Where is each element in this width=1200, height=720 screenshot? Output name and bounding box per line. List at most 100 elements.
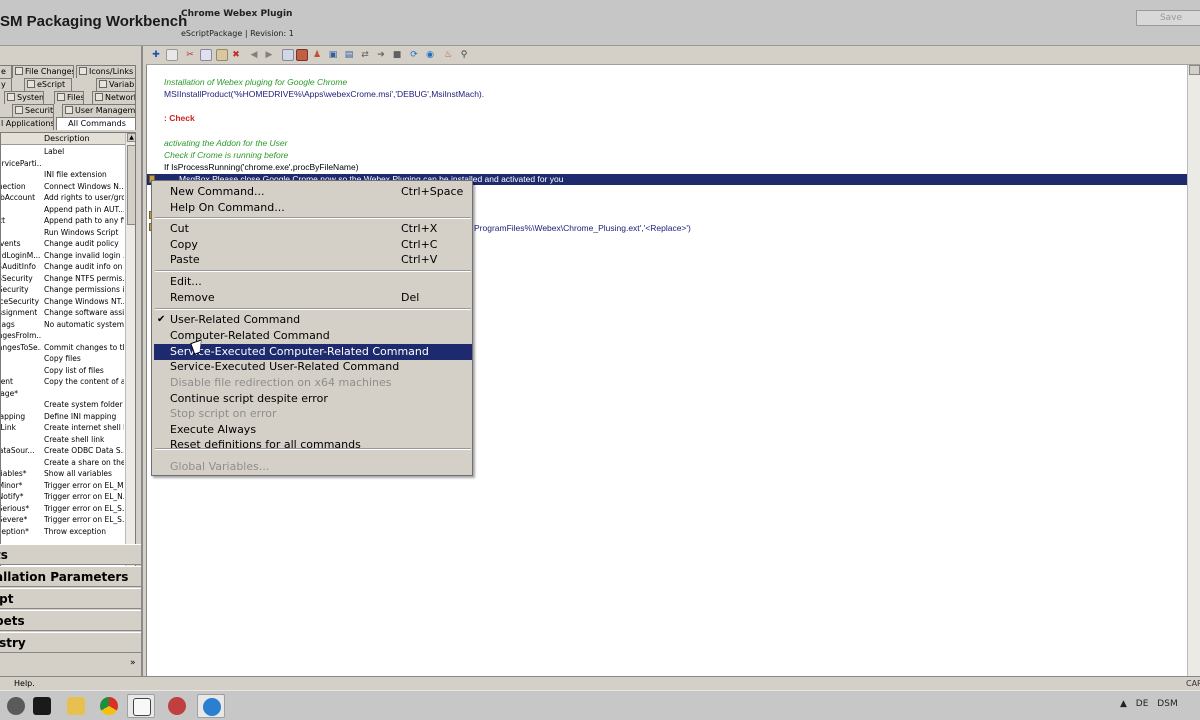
tray-arrow-icon[interactable]: ▲ bbox=[1120, 699, 1127, 709]
tab-network[interactable]: Network bbox=[92, 91, 136, 104]
menu-item-cut[interactable]: Cut Ctrl+X bbox=[154, 221, 472, 237]
tab-partial[interactable]: y bbox=[0, 78, 12, 91]
menu-item-user-related-command[interactable]: ✔ User-Related Command bbox=[154, 312, 472, 328]
script-line[interactable]: MSIInstallProduct('%HOMEDRIVE%\Apps\webe… bbox=[164, 89, 484, 99]
command-list-item[interactable]: etLink Create internet shell link bbox=[1, 422, 125, 434]
command-list-item[interactable]: erCreate system folder bbox=[1, 399, 125, 411]
editor-scrollbar[interactable] bbox=[1187, 65, 1200, 676]
tab-security[interactable]: Security bbox=[12, 104, 54, 117]
command-list-item[interactable]: lEvents Change audit policy bbox=[1, 238, 125, 250]
command-list-item[interactable]: xception* Throw exception bbox=[1, 526, 125, 538]
menu-item-paste[interactable]: Paste Ctrl+V bbox=[154, 252, 472, 268]
nav-section-registry[interactable]: istry bbox=[0, 632, 141, 653]
menu-item-new-command[interactable]: New Command... Ctrl+Space bbox=[154, 184, 472, 200]
back-arrow-icon[interactable]: ◀ bbox=[248, 49, 260, 61]
command-list-item[interactable]: eNotify* Trigger error on EL_N... bbox=[1, 491, 125, 503]
command-list-item[interactable]: Assignment Change software assi... bbox=[1, 307, 125, 319]
page-icon[interactable] bbox=[166, 49, 178, 61]
command-list-item[interactable]: Label bbox=[1, 146, 125, 158]
column-header-description[interactable]: Description bbox=[44, 134, 90, 143]
script-line[interactable]: Check if Crome is running before bbox=[164, 150, 288, 160]
tab-variables[interactable]: Variables bbox=[96, 78, 136, 91]
delete-icon[interactable]: ✖ bbox=[230, 49, 242, 61]
command-list-item[interactable]: Copy list of files bbox=[1, 365, 125, 377]
scroll-up-icon[interactable]: ▲ bbox=[127, 133, 135, 142]
menu-item-continue-script-despite-error[interactable]: Continue script despite error bbox=[154, 391, 472, 407]
command-list-item[interactable]: serviceParti... bbox=[1, 158, 125, 170]
bell-icon[interactable]: ♨ bbox=[442, 49, 454, 61]
script-line[interactable]: ProgramFiles%\Webex\Chrome_Plusing.ext',… bbox=[474, 223, 691, 233]
command-list-item[interactable]: nnection Connect Windows N... bbox=[1, 181, 125, 193]
tab-user-management[interactable]: User Management bbox=[62, 104, 136, 117]
task-tool[interactable] bbox=[163, 694, 191, 718]
properties-icon[interactable] bbox=[282, 49, 294, 61]
nav-section-installation-parameters[interactable]: allation Parameters bbox=[0, 566, 141, 587]
command-list-item[interactable]: eCreate a share on the... bbox=[1, 457, 125, 469]
command-list-item[interactable]: eMinor* Trigger error on EL_M... bbox=[1, 480, 125, 492]
globe-icon[interactable]: ◉ bbox=[424, 49, 436, 61]
command-list-item[interactable]: Run Windows Script bbox=[1, 227, 125, 239]
tab-all-commands[interactable]: All Commands bbox=[56, 117, 136, 130]
user-command-icon[interactable]: ♟ bbox=[311, 49, 323, 61]
forward-arrow-icon[interactable]: ▶ bbox=[263, 49, 275, 61]
task-internet-explorer[interactable] bbox=[197, 694, 225, 718]
copy-icon[interactable] bbox=[200, 49, 212, 61]
command-list-item[interactable]: INI file extension bbox=[1, 169, 125, 181]
command-list-item[interactable]: FSAuditInfo Change audit info on ... bbox=[1, 261, 125, 273]
command-list-item[interactable]: viceSecurity Change Windows NT... bbox=[1, 296, 125, 308]
menu-item-copy[interactable]: Copy Ctrl+C bbox=[154, 237, 472, 253]
script-line[interactable]: : Check bbox=[164, 113, 195, 123]
tab-applications[interactable]: l Applications bbox=[0, 117, 54, 130]
command-list-item[interactable]: ntent Copy the content of a... bbox=[1, 376, 125, 388]
tab-system[interactable]: System bbox=[4, 91, 44, 104]
command-list-item[interactable]: angesFroIm... bbox=[1, 330, 125, 342]
tray-language[interactable]: DE bbox=[1136, 699, 1149, 709]
command-list-item[interactable]: Mapping Define INI mapping bbox=[1, 411, 125, 423]
command-list-item[interactable]: sToAccount Add rights to user/gro... bbox=[1, 192, 125, 204]
command-list-item[interactable]: ariables* Show all variables bbox=[1, 468, 125, 480]
command-list-scrollbar[interactable]: ▲ ▼ bbox=[125, 133, 135, 578]
tab-file-changes[interactable]: File Changes bbox=[12, 65, 74, 78]
service-icon[interactable]: ▤ bbox=[343, 49, 355, 61]
task-chrome[interactable] bbox=[95, 694, 123, 718]
command-list-item[interactable]: Ext Append path to any file bbox=[1, 215, 125, 227]
chevron-down-icon[interactable]: » bbox=[130, 658, 136, 668]
menu-item-edit[interactable]: Edit... bbox=[154, 274, 472, 290]
tab-files[interactable]: Files bbox=[54, 91, 84, 104]
scroll-up-icon[interactable] bbox=[1189, 65, 1200, 75]
command-list-item[interactable]: alidLoginM...Change invalid login ... bbox=[1, 250, 125, 262]
command-list-item[interactable]: lFlags No automatic system ... bbox=[1, 319, 125, 331]
continue-icon[interactable]: ➔ bbox=[375, 49, 387, 61]
menu-item-service-executed-user-related-command[interactable]: Service-Executed User-Related Command bbox=[154, 359, 472, 375]
nav-section-snippets[interactable]: pets bbox=[0, 610, 141, 631]
menu-item-help-on-command[interactable]: Help On Command... bbox=[154, 200, 472, 216]
new-command-icon[interactable]: ✚ bbox=[150, 49, 162, 61]
command-list-item[interactable]: eSevere* Trigger error on EL_S... bbox=[1, 514, 125, 526]
script-line[interactable]: If IsProcessRunning('chrome.exe',procByF… bbox=[164, 162, 359, 172]
command-list-item[interactable]: gSecurity Change permissions i... bbox=[1, 284, 125, 296]
user-icon[interactable] bbox=[296, 49, 308, 61]
redirect-icon[interactable]: ⇄ bbox=[359, 49, 371, 61]
command-list[interactable]: Description LabelserviceParti...INI file… bbox=[0, 132, 136, 579]
nav-section-script[interactable]: ipt bbox=[0, 588, 141, 609]
start-button[interactable] bbox=[2, 694, 30, 718]
menu-item-remove[interactable]: Remove Del bbox=[154, 290, 472, 306]
task-dsm-workbench[interactable] bbox=[127, 694, 155, 718]
nav-section-ts[interactable]: ts bbox=[0, 544, 141, 565]
tab-icons-links[interactable]: Icons/Links bbox=[76, 65, 136, 78]
menu-item-execute-always[interactable]: Execute Always bbox=[154, 422, 472, 438]
command-list-item[interactable]: FSSecurity Change NTFS permis... bbox=[1, 273, 125, 285]
command-list-item[interactable]: Create shell link bbox=[1, 434, 125, 446]
scroll-thumb[interactable] bbox=[127, 145, 135, 225]
save-button[interactable]: Save bbox=[1136, 10, 1200, 26]
refresh-icon[interactable]: ⟳ bbox=[408, 49, 420, 61]
command-list-item[interactable]: hangesToSe...Commit changes to th... bbox=[1, 342, 125, 354]
command-list-item[interactable]: nAppend path in AUT... bbox=[1, 204, 125, 216]
task-console[interactable] bbox=[28, 694, 56, 718]
command-list-item[interactable]: Copy files bbox=[1, 353, 125, 365]
tab-partial[interactable]: e bbox=[0, 65, 12, 78]
computer-icon[interactable]: ▣ bbox=[327, 49, 339, 61]
menu-item-reset-definitions-for-all-commands[interactable]: Reset definitions for all commands bbox=[154, 437, 472, 453]
task-explorer[interactable] bbox=[62, 694, 90, 718]
cut-icon[interactable]: ✂ bbox=[184, 49, 196, 61]
